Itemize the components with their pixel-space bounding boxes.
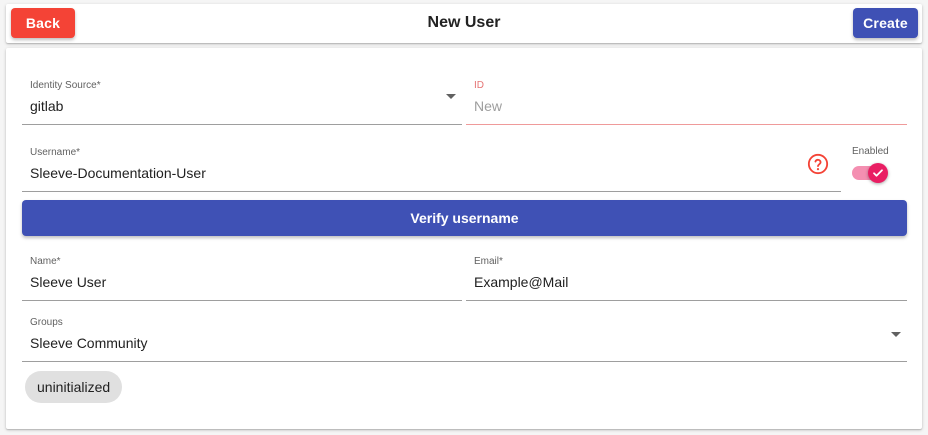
name-input[interactable] [30, 274, 430, 290]
groups-label: Groups [30, 317, 63, 328]
id-label: ID [474, 80, 484, 91]
verify-username-button[interactable]: Verify username [22, 200, 907, 236]
identity-source-label: Identity Source* [30, 80, 101, 91]
chevron-down-icon[interactable] [446, 94, 456, 99]
groups-value: Sleeve Community [30, 335, 148, 351]
status-badge: uninitialized [25, 371, 123, 403]
username-label: Username* [30, 147, 81, 158]
header-toolbar: Back New User Create [6, 4, 922, 43]
identity-source-value: gitlab [30, 98, 64, 114]
user-form-card: Identity Source* gitlab ID Username* Ena… [6, 48, 922, 429]
enabled-toggle[interactable] [852, 163, 888, 183]
groups-select[interactable]: Groups Sleeve Community [22, 317, 907, 362]
chevron-down-icon[interactable] [891, 332, 901, 337]
enabled-label: Enabled [852, 146, 889, 157]
email-label: Email* [474, 256, 503, 267]
toggle-knob [868, 163, 888, 183]
page-title: New User [427, 14, 501, 31]
name-field: Name* [22, 256, 462, 301]
identity-source-select[interactable]: Identity Source* gitlab [22, 80, 462, 125]
email-input[interactable] [474, 274, 875, 290]
id-input[interactable] [474, 98, 875, 114]
email-field: Email* [466, 256, 907, 301]
enabled-toggle-group: Enabled [852, 146, 896, 186]
username-field: Username* [22, 147, 841, 192]
check-icon [873, 169, 883, 177]
name-label: Name* [30, 256, 61, 267]
id-field: ID [466, 80, 907, 125]
create-button[interactable]: Create [853, 8, 918, 38]
help-circle-icon[interactable] [807, 153, 829, 175]
username-input[interactable] [30, 165, 809, 181]
